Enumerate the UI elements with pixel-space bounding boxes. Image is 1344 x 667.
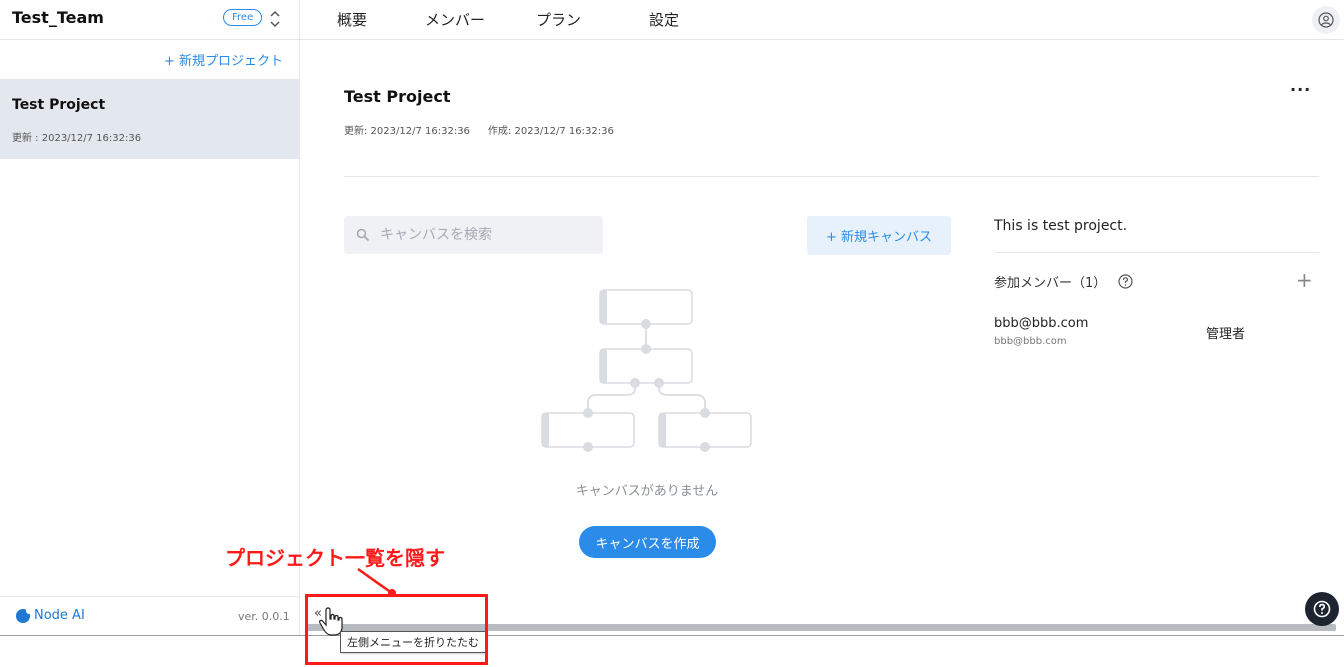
more-options-button[interactable]: ··· bbox=[1290, 80, 1311, 99]
question-circle-icon[interactable] bbox=[1305, 592, 1339, 626]
project-created: 作成: 2023/12/7 16:32:36 bbox=[487, 126, 614, 137]
project-meta: 更新: 2023/12/7 16:32:36 作成: 2023/12/7 16:… bbox=[344, 122, 614, 137]
empty-canvas-message: キャンバスがありません bbox=[575, 484, 719, 499]
project-list-item[interactable]: Test Project 更新 : 2023/12/7 16:32:36 bbox=[0, 79, 299, 159]
member-email: bbb@bbb.com bbox=[994, 316, 1089, 331]
tab-settings[interactable]: 設定 bbox=[649, 9, 679, 30]
window-bottom-edge bbox=[0, 635, 1344, 636]
members-heading-label: 参加メンバー（1） bbox=[994, 276, 1107, 291]
tab-plan[interactable]: プラン bbox=[536, 9, 581, 30]
member-role: 管理者 bbox=[1206, 327, 1246, 342]
user-circle-icon[interactable] bbox=[1312, 6, 1340, 34]
question-circle-icon[interactable] bbox=[1118, 274, 1133, 289]
chevron-up-down-icon[interactable] bbox=[268, 8, 282, 30]
project-description: This is test project. bbox=[994, 218, 1128, 234]
sidebar-footer: Node AI ver. 0.0.1 bbox=[0, 596, 299, 635]
divider bbox=[344, 176, 1319, 177]
brand-logo: Node AI bbox=[16, 607, 85, 623]
version-label: ver. 0.0.1 bbox=[238, 610, 290, 623]
node-ai-logo-icon bbox=[16, 607, 32, 623]
main-content: Test Project 更新: 2023/12/7 16:32:36 作成: … bbox=[300, 40, 1344, 635]
project-title: Test Project bbox=[344, 87, 451, 106]
search-icon bbox=[356, 228, 370, 242]
canvas-search[interactable] bbox=[344, 216, 603, 254]
top-navigation: 概要 メンバー プラン 設定 bbox=[300, 0, 1344, 40]
new-project-button[interactable]: + 新規プロジェクト bbox=[164, 50, 283, 69]
sidebar: Test_Team Free + 新規プロジェクト Test Project 更… bbox=[0, 0, 300, 635]
project-updated: 更新: 2023/12/7 16:32:36 bbox=[344, 126, 470, 137]
team-name: Test_Team bbox=[12, 8, 104, 27]
divider bbox=[994, 252, 1319, 253]
tab-overview[interactable]: 概要 bbox=[337, 9, 367, 30]
plan-badge: Free bbox=[223, 9, 263, 26]
project-item-updated: 更新 : 2023/12/7 16:32:36 bbox=[12, 133, 142, 144]
team-switcher[interactable]: Test_Team Free bbox=[0, 0, 300, 40]
annotation-label: プロジェクト一覧を隠す bbox=[225, 546, 445, 570]
create-canvas-button[interactable]: キャンバスを作成 bbox=[579, 526, 716, 558]
members-heading: 参加メンバー（1） bbox=[994, 272, 1133, 291]
new-canvas-button[interactable]: + 新規キャンバス bbox=[807, 216, 951, 255]
project-item-title: Test Project bbox=[12, 97, 106, 113]
canvas-search-input[interactable] bbox=[380, 227, 590, 243]
add-member-button[interactable]: + bbox=[1296, 268, 1313, 292]
member-email-secondary: bbb@bbb.com bbox=[994, 336, 1067, 347]
empty-canvas-illustration bbox=[541, 289, 752, 452]
annotation-highlight-box bbox=[305, 594, 488, 665]
tab-members[interactable]: メンバー bbox=[425, 9, 485, 30]
brand-name: Node AI bbox=[34, 608, 85, 623]
